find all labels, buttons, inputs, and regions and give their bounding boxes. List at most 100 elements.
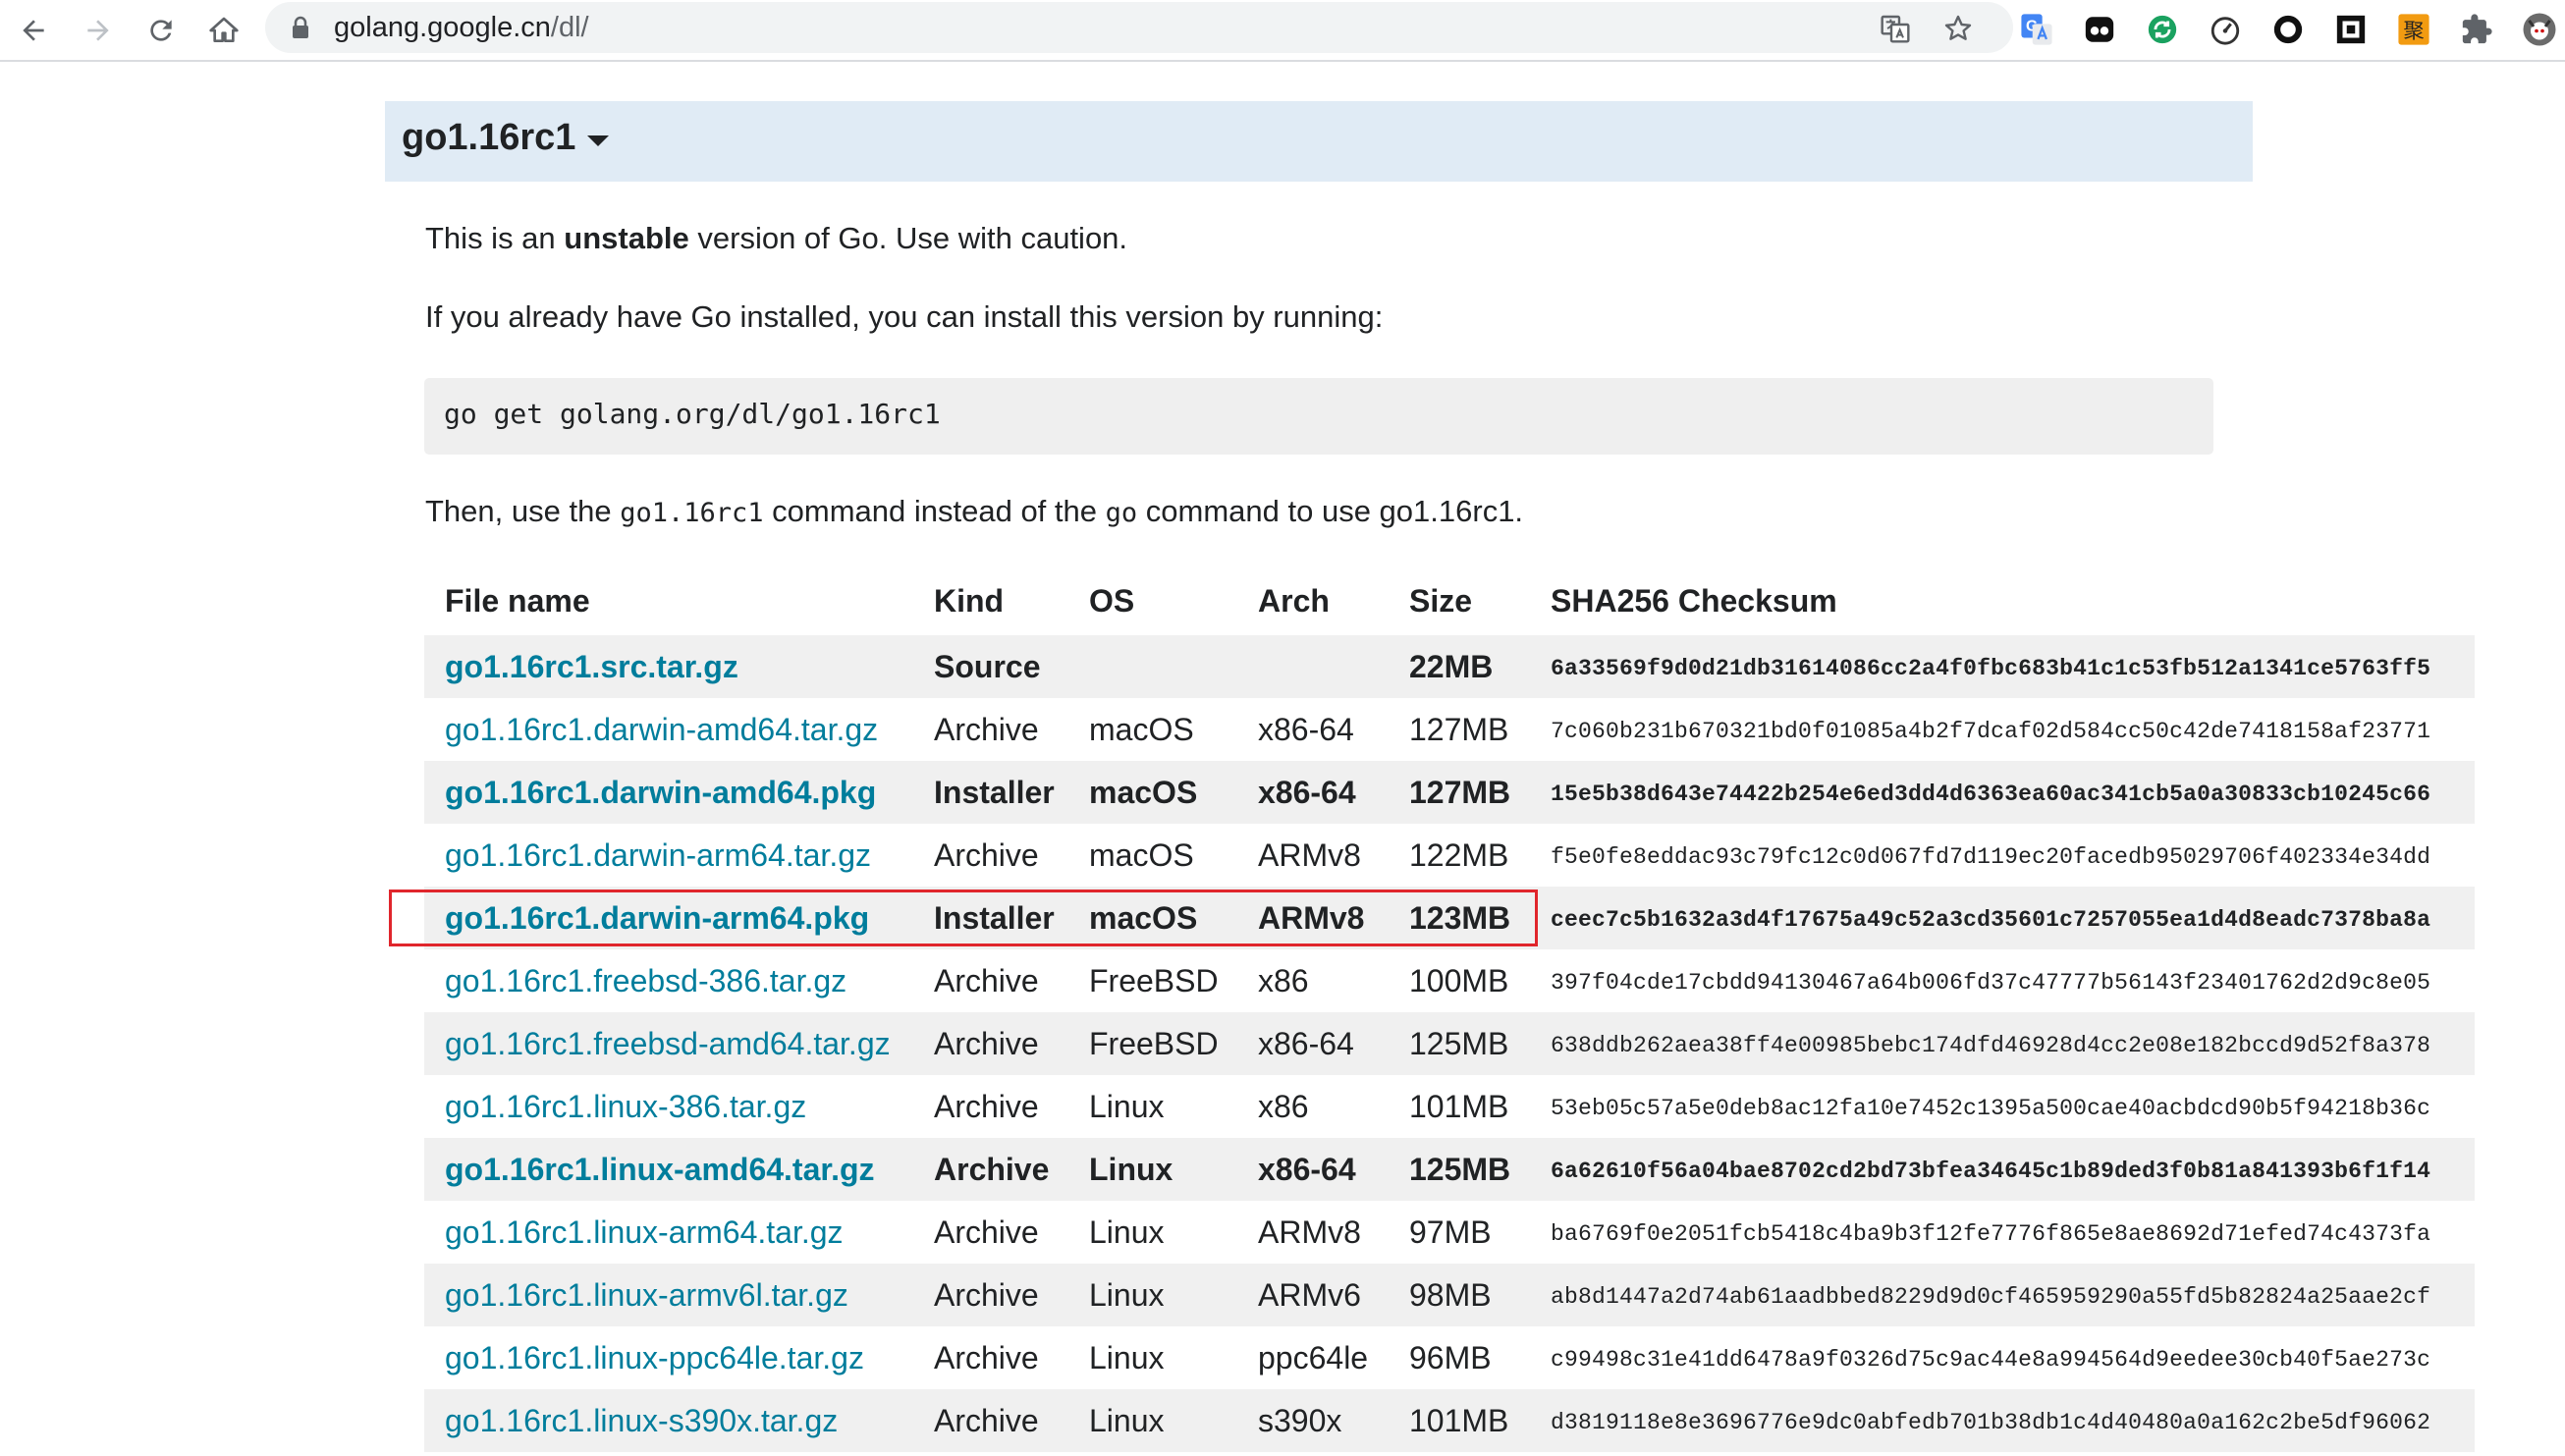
file-name-link[interactable]: go1.16rc1.darwin-arm64.tar.gz — [445, 824, 871, 887]
size-cell: 22MB — [1409, 649, 1494, 684]
bookmark-star-icon[interactable] — [1938, 9, 1978, 48]
header-sha: SHA256 Checksum — [1551, 583, 1837, 619]
table-row: go1.16rc1.src.tar.gz Source 22MB 6a33569f9d… — [424, 635, 2475, 698]
speedometer-icon[interactable] — [2206, 10, 2245, 49]
back-button[interactable] — [10, 7, 57, 54]
size-cell: 122MB — [1409, 837, 1509, 873]
size-cell: 96MB — [1409, 1340, 1492, 1375]
size-cell: 101MB — [1409, 1403, 1509, 1438]
os-cell: macOS — [1089, 837, 1194, 873]
os-cell: FreeBSD — [1089, 1026, 1219, 1061]
size-cell: 97MB — [1409, 1214, 1492, 1250]
arch-cell: x86-64 — [1258, 712, 1354, 747]
table-row: go1.16rc1.linux-arm64.tar.gz Archive Linux… — [424, 1201, 2475, 1264]
warning-bold: unstable — [564, 221, 689, 255]
table-row: go1.16rc1.linux-386.tar.gz Archive Linux x8… — [424, 1075, 2475, 1138]
file-name-link[interactable]: go1.16rc1.linux-386.tar.gz — [445, 1075, 806, 1138]
table-row: go1.16rc1.linux-ppc64le.tar.gz Archive Lin… — [424, 1326, 2475, 1389]
checksum-cell: ceec7c5b1632a3d4f17675a49c52a3cd35601c72… — [1551, 907, 2431, 933]
translate-icon[interactable] — [1876, 9, 1915, 48]
home-button[interactable] — [200, 7, 247, 54]
table-row: go1.16rc1.linux-s390x.tar.gz Archive Linux… — [424, 1389, 2475, 1452]
file-name-link[interactable]: go1.16rc1.linux-ppc64le.tar.gz — [445, 1326, 864, 1389]
table-row: go1.16rc1.darwin-arm64.tar.gz Archive macO… — [424, 824, 2475, 887]
install-command: go get golang.org/dl/go1.16rc1 — [444, 398, 941, 430]
size-cell: 101MB — [1409, 1089, 1509, 1124]
file-name-link[interactable]: go1.16rc1.darwin-amd64.tar.gz — [445, 698, 878, 761]
google-translate-icon[interactable]: G — [2017, 10, 2056, 49]
version-header[interactable]: go1.16rc1 — [385, 101, 2253, 182]
qr-icon[interactable] — [2331, 10, 2371, 49]
checksum-cell: ab8d1447a2d74ab61aadbbed8229d9d0cf465959… — [1551, 1284, 2431, 1310]
os-cell: Linux — [1089, 1403, 1165, 1438]
reload-button[interactable] — [137, 7, 185, 54]
arch-cell: ppc64le — [1258, 1340, 1369, 1375]
size-cell: 127MB — [1409, 712, 1509, 747]
version-toggle[interactable]: go1.16rc1 — [402, 117, 610, 159]
kind-cell: Archive — [934, 963, 1039, 998]
version-title: go1.16rc1 — [402, 117, 576, 158]
then-suffix: command to use go1.16rc1. — [1145, 494, 1524, 528]
caret-down-icon — [587, 135, 610, 146]
checksum-cell: 53eb05c57a5e0deb8ac12fa10e7452c1395a500c… — [1551, 1096, 2431, 1121]
ju-icon[interactable]: 聚 — [2394, 10, 2433, 49]
arch-cell: ARMv6 — [1258, 1277, 1361, 1313]
os-cell: Linux — [1089, 1277, 1165, 1313]
file-name-link[interactable]: go1.16rc1.darwin-amd64.pkg — [445, 761, 876, 824]
file-name-link[interactable]: go1.16rc1.linux-amd64.tar.gz — [445, 1138, 875, 1201]
file-name-link[interactable]: go1.16rc1.freebsd-amd64.tar.gz — [445, 1012, 891, 1075]
size-cell: 125MB — [1409, 1152, 1511, 1187]
checksum-cell: 15e5b38d643e74422b254e6ed3dd4d6363ea60ac… — [1551, 782, 2431, 807]
avatar-icon[interactable] — [2520, 10, 2559, 49]
usage-instructions: Then, use the go1.16rc1 command instead … — [425, 492, 1523, 533]
forward-button[interactable] — [75, 7, 122, 54]
size-cell: 125MB — [1409, 1026, 1509, 1061]
size-cell: 100MB — [1409, 963, 1509, 998]
install-command-box: go get golang.org/dl/go1.16rc1 — [424, 378, 2213, 455]
table-row: go1.16rc1.freebsd-amd64.tar.gz Archive Fre… — [424, 1012, 2475, 1075]
then-cmd2: go — [1105, 498, 1138, 528]
os-cell: macOS — [1089, 712, 1194, 747]
then-cmd1: go1.16rc1 — [620, 498, 764, 528]
os-cell: Linux — [1089, 1089, 1165, 1124]
address-bar[interactable]: golang.google.cn/dl/ — [265, 2, 2013, 53]
checksum-cell: d3819118e8e3696776e9dc0abfedb701b38db1c4… — [1551, 1410, 2431, 1435]
refresh-sync-icon[interactable] — [2143, 10, 2182, 49]
checksum-cell: 7c060b231b670321bd0f01085a4b2f7dcaf02d58… — [1551, 719, 2431, 744]
kind-cell: Archive — [934, 1403, 1039, 1438]
reload-icon — [150, 20, 172, 41]
file-name-link[interactable]: go1.16rc1.linux-armv6l.tar.gz — [445, 1264, 848, 1326]
kind-cell: Source — [934, 649, 1041, 684]
circle-icon[interactable] — [2268, 10, 2308, 49]
kind-cell: Archive — [934, 1026, 1039, 1061]
checksum-cell: 638ddb262aea38ff4e00985bebc174dfd46928d4… — [1551, 1033, 2431, 1058]
url-text: golang.google.cn/dl/ — [334, 11, 589, 44]
kind-cell: Archive — [934, 712, 1039, 747]
kind-cell: Installer — [934, 775, 1055, 810]
home-icon — [209, 17, 239, 42]
file-name-link[interactable]: go1.16rc1.linux-arm64.tar.gz — [445, 1201, 844, 1264]
table-row: go1.16rc1.linux-armv6l.tar.gz Archive Linu… — [424, 1264, 2475, 1326]
arch-cell: x86-64 — [1258, 1026, 1354, 1061]
os-cell: Linux — [1089, 1214, 1165, 1250]
file-name-link[interactable]: go1.16rc1.freebsd-386.tar.gz — [445, 949, 846, 1012]
arch-cell: x86 — [1258, 1089, 1309, 1124]
puzzle-icon[interactable] — [2457, 10, 2496, 49]
kind-cell: Archive — [934, 1152, 1050, 1187]
svg-text:聚: 聚 — [2403, 20, 2424, 44]
table-row: go1.16rc1.darwin-amd64.tar.gz Archive macO… — [424, 698, 2475, 761]
file-name-link[interactable]: go1.16rc1.linux-s390x.tar.gz — [445, 1389, 838, 1452]
extension-icon[interactable] — [2080, 10, 2119, 49]
checksum-cell: 6a62610f56a04bae8702cd2bd73bfea34645c1b8… — [1551, 1159, 2431, 1184]
back-arrow-icon — [23, 20, 44, 41]
warning-prefix: This is an — [425, 221, 556, 255]
kind-cell: Archive — [934, 837, 1039, 873]
annotation-highlight-box — [389, 890, 1538, 946]
checksum-cell: 6a33569f9d0d21db31614086cc2a4f0fbc683b41… — [1551, 656, 2431, 681]
install-instructions: If you already have Go installed, you ca… — [425, 299, 1384, 334]
arch-cell: ARMv8 — [1258, 837, 1361, 873]
kind-cell: Archive — [934, 1340, 1039, 1375]
arch-cell: s390x — [1258, 1403, 1342, 1438]
table-row: go1.16rc1.freebsd-386.tar.gz Archive FreeB… — [424, 949, 2475, 1012]
file-name-link[interactable]: go1.16rc1.src.tar.gz — [445, 635, 738, 698]
